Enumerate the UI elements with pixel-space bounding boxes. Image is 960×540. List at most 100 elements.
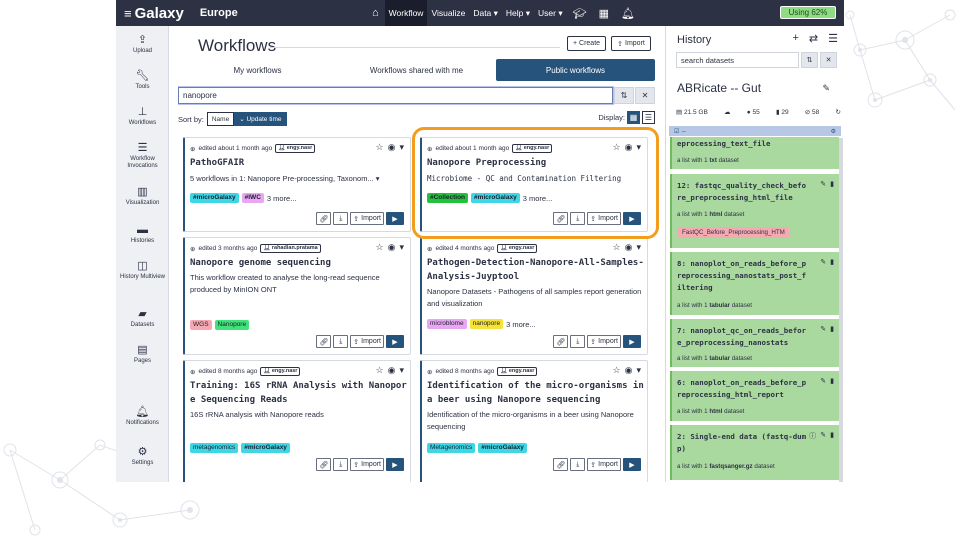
eye-icon[interactable]: ◉	[625, 365, 633, 376]
nav-workflow[interactable]: Workflow	[384, 0, 428, 26]
activity-visualization[interactable]: ▥ Visualization	[116, 186, 169, 207]
nav-help[interactable]: Help ▾	[502, 0, 534, 26]
tag[interactable]: #microGalaxy	[190, 193, 239, 203]
activity-pages[interactable]: ▤ Pages	[116, 344, 169, 365]
nav-user[interactable]: User ▾	[534, 0, 567, 26]
link-icon[interactable]: 🔗︎	[316, 212, 332, 225]
nav-data[interactable]: Data ▾	[469, 0, 502, 26]
link-icon[interactable]: 🔗︎	[316, 458, 332, 471]
more-tags-link[interactable]: 3 more...	[506, 320, 536, 329]
caret-down-icon[interactable]: ▾	[399, 242, 404, 253]
tab-public-workflows[interactable]: Public workflows	[496, 59, 655, 81]
refresh-icon[interactable]: ↻	[836, 108, 841, 116]
star-icon[interactable]: ☆	[613, 365, 621, 376]
storage-icon[interactable]: ☁	[724, 108, 731, 116]
tag[interactable]: #microGalaxy	[478, 443, 527, 453]
tag[interactable]: Nanopore	[214, 320, 250, 330]
dataset-title[interactable]: 12: fastqc_quality_check_before_preproce…	[677, 180, 807, 204]
history-options-icon[interactable]: ☰	[828, 32, 838, 45]
import-button[interactable]: ⇪ Import	[350, 458, 384, 471]
run-workflow-button[interactable]: ▶	[386, 458, 404, 471]
dataset-title[interactable]: 7: nanoplot_qc_on_reads_before_preproces…	[677, 325, 807, 349]
bell-icon[interactable]: 🔔︎	[615, 0, 641, 26]
star-icon[interactable]: ☆	[613, 142, 621, 153]
more-tags-link[interactable]: 3 more...	[523, 194, 553, 203]
link-icon[interactable]: 🔗︎	[316, 335, 332, 348]
caret-down-icon[interactable]: ▾	[399, 142, 404, 153]
history-dataset-item[interactable]: 2: Single-end data (fastq-dump) ⓘ ✎ ▮ a li…	[670, 425, 839, 480]
tab-my-workflows[interactable]: My workflows	[178, 59, 337, 81]
history-dataset-item[interactable]: 6: nanoplot_on_reads_before_preprocessin…	[670, 371, 839, 421]
run-workflow-button[interactable]: ▶	[623, 212, 641, 225]
star-icon[interactable]: ☆	[613, 242, 621, 253]
clear-search-icon[interactable]: ✕	[635, 87, 655, 104]
trash-icon[interactable]: ▮	[830, 431, 834, 441]
workflow-card[interactable]: ⊕ edited 4 months ago 👤︎ engy.nasr ☆ ◉ ▾ Pat…	[420, 237, 648, 355]
quota-meter[interactable]: Using 62%	[780, 6, 836, 19]
trash-icon[interactable]: ▮	[830, 377, 834, 385]
grid-icon[interactable]: ▦	[593, 0, 615, 26]
pencil-icon[interactable]: ✎	[820, 431, 826, 441]
workflow-name[interactable]: Identification of the micro-organisms in…	[427, 379, 645, 407]
import-button[interactable]: ⇪ Import	[587, 458, 621, 471]
dataset-tag[interactable]: FastQC_Before_Preprocessing_HTM	[678, 227, 789, 238]
caret-down-icon[interactable]: ▾	[636, 142, 641, 153]
owner-badge[interactable]: 👤︎ engy.nasr	[497, 244, 538, 253]
eye-icon[interactable]: ◉	[625, 242, 633, 253]
star-icon[interactable]: ☆	[376, 365, 384, 376]
import-button[interactable]: ⇪ Import	[587, 212, 621, 225]
download-icon[interactable]: ⤓	[570, 212, 586, 225]
eye-icon[interactable]: ◉	[388, 142, 396, 153]
activity-settings[interactable]: ⚙ Settings	[116, 446, 169, 467]
owner-badge[interactable]: 👤︎ engy.nasr	[497, 367, 538, 376]
list-view-icon[interactable]: ☰	[642, 111, 655, 124]
history-size[interactable]: ▤ 21.5 GB	[676, 108, 708, 116]
info-icon[interactable]: ⓘ	[809, 431, 816, 441]
workflow-card[interactable]: ⊕ edited 3 months ago 👤︎ rahadian.pratama …	[183, 237, 411, 355]
link-icon[interactable]: 🔗︎	[553, 212, 569, 225]
download-icon[interactable]: ⤓	[570, 458, 586, 471]
import-button[interactable]: ⇪ Import	[350, 335, 384, 348]
pencil-icon[interactable]: ✎	[820, 258, 826, 266]
pencil-icon[interactable]: ✎	[820, 325, 826, 333]
link-icon[interactable]: 🔗︎	[553, 458, 569, 471]
owner-badge[interactable]: 👤︎ engy.nasr	[275, 144, 316, 153]
switch-history-icon[interactable]: ⇄	[809, 32, 818, 45]
run-workflow-button[interactable]: ▶	[623, 335, 641, 348]
eye-icon[interactable]: ◉	[625, 142, 633, 153]
tag[interactable]: #microGalaxy	[241, 443, 290, 453]
import-button[interactable]: ⇪ Import	[350, 212, 384, 225]
tag[interactable]: metagenomics	[190, 443, 239, 453]
pencil-icon[interactable]: ✎	[820, 180, 826, 188]
workflow-card[interactable]: ⊕ edited about 1 month ago 👤︎ engy.nasr ☆ ◉…	[420, 137, 648, 232]
dataset-title[interactable]: 2: Single-end data (fastq-dump)	[677, 431, 807, 455]
link-icon[interactable]: 🔗︎	[553, 335, 569, 348]
download-icon[interactable]: ⤓	[333, 335, 349, 348]
shown-count[interactable]: ● 55	[747, 109, 760, 116]
activity-histories[interactable]: ▬ Histories	[116, 224, 169, 245]
create-workflow-button[interactable]: + Create	[567, 36, 606, 51]
tag[interactable]: Metagenomics	[427, 443, 476, 453]
run-workflow-button[interactable]: ▶	[386, 212, 404, 225]
caret-down-icon[interactable]: ▾	[399, 365, 404, 376]
eye-icon[interactable]: ◉	[388, 365, 396, 376]
pencil-icon[interactable]: ✎	[822, 83, 830, 94]
owner-badge[interactable]: 👤︎ engy.nasr	[512, 144, 553, 153]
history-name[interactable]: ABRicate -- Gut	[677, 81, 761, 95]
select-all-checkbox[interactable]: ☑ ⇔	[674, 128, 687, 135]
tag[interactable]: #IWC	[241, 193, 264, 203]
workflow-card[interactable]: ⊕ edited about 1 month ago 👤︎ engy.nasr ☆ ◉…	[183, 137, 411, 232]
star-icon[interactable]: ☆	[376, 242, 384, 253]
activity-upload[interactable]: ⇪ Upload	[116, 34, 169, 55]
trash-icon[interactable]: ▮	[830, 325, 834, 333]
workflow-name[interactable]: PathoGFAIR	[190, 156, 408, 170]
tag[interactable]: #Collection	[427, 193, 469, 203]
history-dataset-item[interactable]: eprocessing_text_file a list with 1 txt …	[670, 137, 839, 169]
history-dataset-item[interactable]: 7: nanoplot_qc_on_reads_before_preproces…	[670, 319, 839, 367]
activity-workflow-invocations[interactable]: ☰ Workflow Invocations	[116, 142, 169, 170]
deleted-count[interactable]: ▮ 29	[776, 108, 789, 116]
grid-view-icon[interactable]: ▦	[627, 111, 640, 124]
history-scrollbar[interactable]	[839, 138, 843, 482]
owner-badge[interactable]: 👤︎ engy.nasr	[260, 367, 301, 376]
trash-icon[interactable]: ▮	[830, 180, 834, 188]
